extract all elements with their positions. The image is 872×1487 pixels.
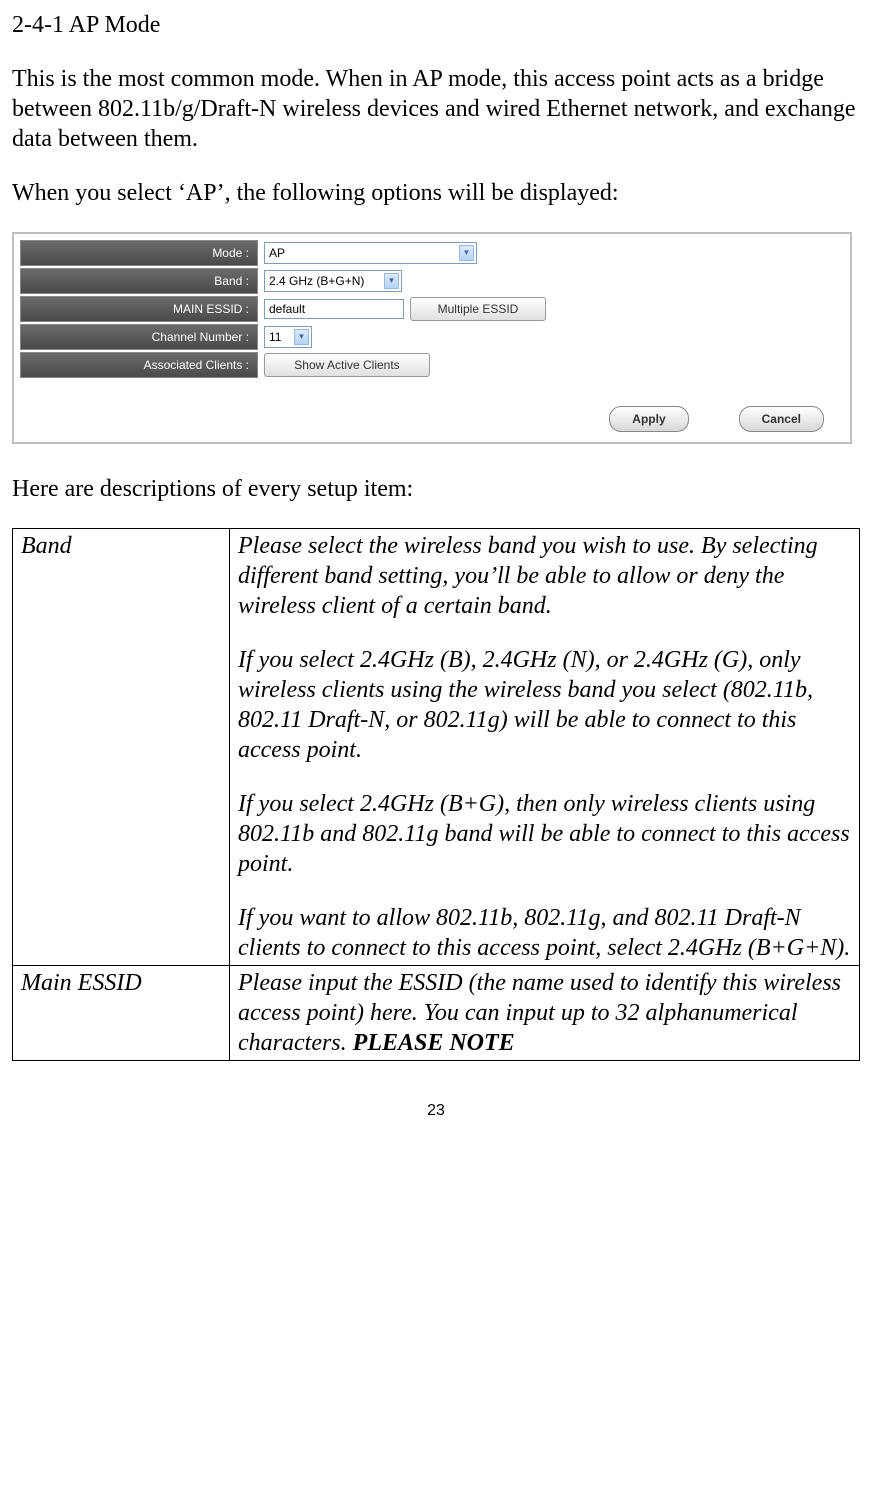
section-heading: 2-4-1 AP Mode	[12, 10, 860, 40]
intro-paragraph-2: When you select ‘AP’, the following opti…	[12, 178, 860, 208]
channel-select-value: 11	[269, 330, 281, 345]
table-row: Band Please select the wireless band you…	[13, 529, 860, 966]
essid-desc-bold: PLEASE NOTE	[353, 1030, 515, 1056]
config-row-mode: Mode : AP ▼	[20, 240, 844, 266]
band-desc-p4: If you want to allow 802.11b, 802.11g, a…	[238, 903, 851, 963]
band-value-cell: 2.4 GHz (B+G+N) ▼	[258, 268, 844, 294]
config-row-essid: MAIN ESSID : default Multiple ESSID	[20, 296, 844, 322]
mode-select[interactable]: AP ▼	[264, 242, 477, 264]
essid-input-value: default	[269, 302, 305, 317]
chevron-down-icon: ▼	[294, 329, 309, 345]
band-select[interactable]: 2.4 GHz (B+G+N) ▼	[264, 270, 402, 292]
descriptions-table: Band Please select the wireless band you…	[12, 528, 860, 1061]
config-panel: Mode : AP ▼ Band : 2.4 GHz (B+G+N) ▼ MAI…	[12, 232, 852, 444]
band-desc-p2: If you select 2.4GHz (B), 2.4GHz (N), or…	[238, 645, 851, 765]
essid-input[interactable]: default	[264, 299, 404, 319]
chevron-down-icon: ▼	[384, 273, 399, 289]
term-essid: Main ESSID	[13, 966, 230, 1061]
config-row-band: Band : 2.4 GHz (B+G+N) ▼	[20, 268, 844, 294]
assoc-value-cell: Show Active Clients	[258, 352, 844, 378]
intro-paragraph-1: This is the most common mode. When in AP…	[12, 64, 860, 154]
config-row-channel: Channel Number : 11 ▼	[20, 324, 844, 350]
show-active-clients-button[interactable]: Show Active Clients	[264, 353, 430, 377]
assoc-label: Associated Clients :	[20, 352, 258, 378]
table-row: Main ESSID Please input the ESSID (the n…	[13, 966, 860, 1061]
essid-value-cell: default Multiple ESSID	[258, 296, 844, 322]
channel-label: Channel Number :	[20, 324, 258, 350]
channel-select[interactable]: 11 ▼	[264, 326, 312, 348]
essid-desc-text: Please input the ESSID (the name used to…	[238, 970, 841, 1056]
term-band: Band	[13, 529, 230, 966]
panel-actions: Apply Cancel	[20, 406, 844, 432]
apply-button[interactable]: Apply	[609, 406, 688, 432]
descriptions-intro: Here are descriptions of every setup ite…	[12, 474, 860, 504]
desc-essid: Please input the ESSID (the name used to…	[230, 966, 860, 1061]
mode-value-cell: AP ▼	[258, 240, 844, 266]
cancel-button[interactable]: Cancel	[739, 406, 824, 432]
config-row-assoc: Associated Clients : Show Active Clients	[20, 352, 844, 378]
essid-desc-p1: Please input the ESSID (the name used to…	[238, 968, 851, 1058]
chevron-down-icon: ▼	[459, 245, 474, 261]
desc-band: Please select the wireless band you wish…	[230, 529, 860, 966]
band-desc-p1: Please select the wireless band you wish…	[238, 531, 851, 621]
band-desc-p3: If you select 2.4GHz (B+G), then only wi…	[238, 789, 851, 879]
band-select-value: 2.4 GHz (B+G+N)	[269, 274, 364, 289]
essid-label: MAIN ESSID :	[20, 296, 258, 322]
mode-label: Mode :	[20, 240, 258, 266]
page-number: 23	[12, 1101, 860, 1121]
channel-value-cell: 11 ▼	[258, 324, 844, 350]
band-label: Band :	[20, 268, 258, 294]
multiple-essid-button[interactable]: Multiple ESSID	[410, 297, 546, 321]
mode-select-value: AP	[269, 246, 285, 261]
